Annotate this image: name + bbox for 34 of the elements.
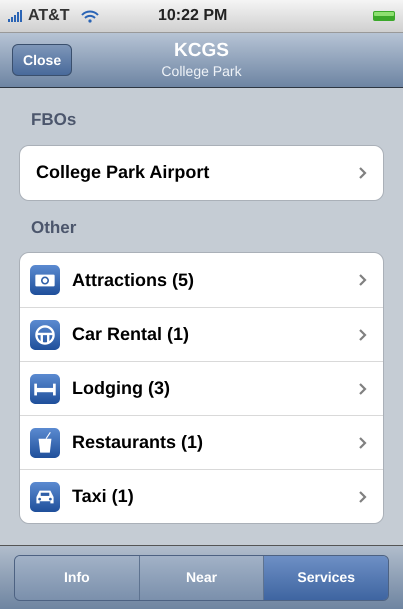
list-row[interactable]: College Park Airport: [20, 146, 383, 200]
steering-wheel-icon: [30, 320, 60, 350]
segment-tab[interactable]: Services: [263, 556, 388, 600]
camera-icon: [30, 265, 60, 295]
chevron-icon: [359, 274, 367, 286]
row-label: Attractions (5): [72, 268, 196, 292]
list-row[interactable]: Car Rental (1): [20, 307, 383, 361]
chevron-icon: [359, 436, 367, 448]
chevron-icon: [359, 382, 367, 394]
close-button[interactable]: Close: [12, 44, 72, 76]
battery-icon: [373, 11, 395, 21]
row-label: Car Rental (1): [72, 323, 190, 346]
chevron-icon: [359, 328, 367, 340]
nav-subtitle: College Park: [161, 63, 242, 81]
row-label: College Park Airport: [35, 161, 210, 184]
nav-title: KCGS: [174, 39, 229, 64]
car-icon: [30, 482, 60, 512]
row-label: Lodging (3): [72, 377, 171, 400]
section-header: FBOs: [30, 109, 78, 131]
chevron-icon: [359, 166, 367, 178]
wifi-icon: [81, 10, 100, 22]
cup-icon: [30, 428, 60, 458]
list-row[interactable]: Lodging (3): [20, 361, 383, 415]
list-row[interactable]: Attractions (5): [20, 253, 383, 307]
carrier-label: AT&T: [28, 6, 70, 26]
clock-time: 10:22 PM: [158, 6, 228, 26]
chevron-icon: [359, 490, 367, 502]
bed-icon: [30, 374, 60, 404]
row-label: Restaurants (1): [72, 431, 204, 454]
section-header: Other: [30, 216, 78, 238]
row-label: Taxi (1): [72, 485, 135, 508]
list-row[interactable]: Taxi (1): [20, 469, 383, 523]
list-row[interactable]: Restaurants (1): [20, 415, 383, 469]
signal-icon: [8, 10, 24, 22]
